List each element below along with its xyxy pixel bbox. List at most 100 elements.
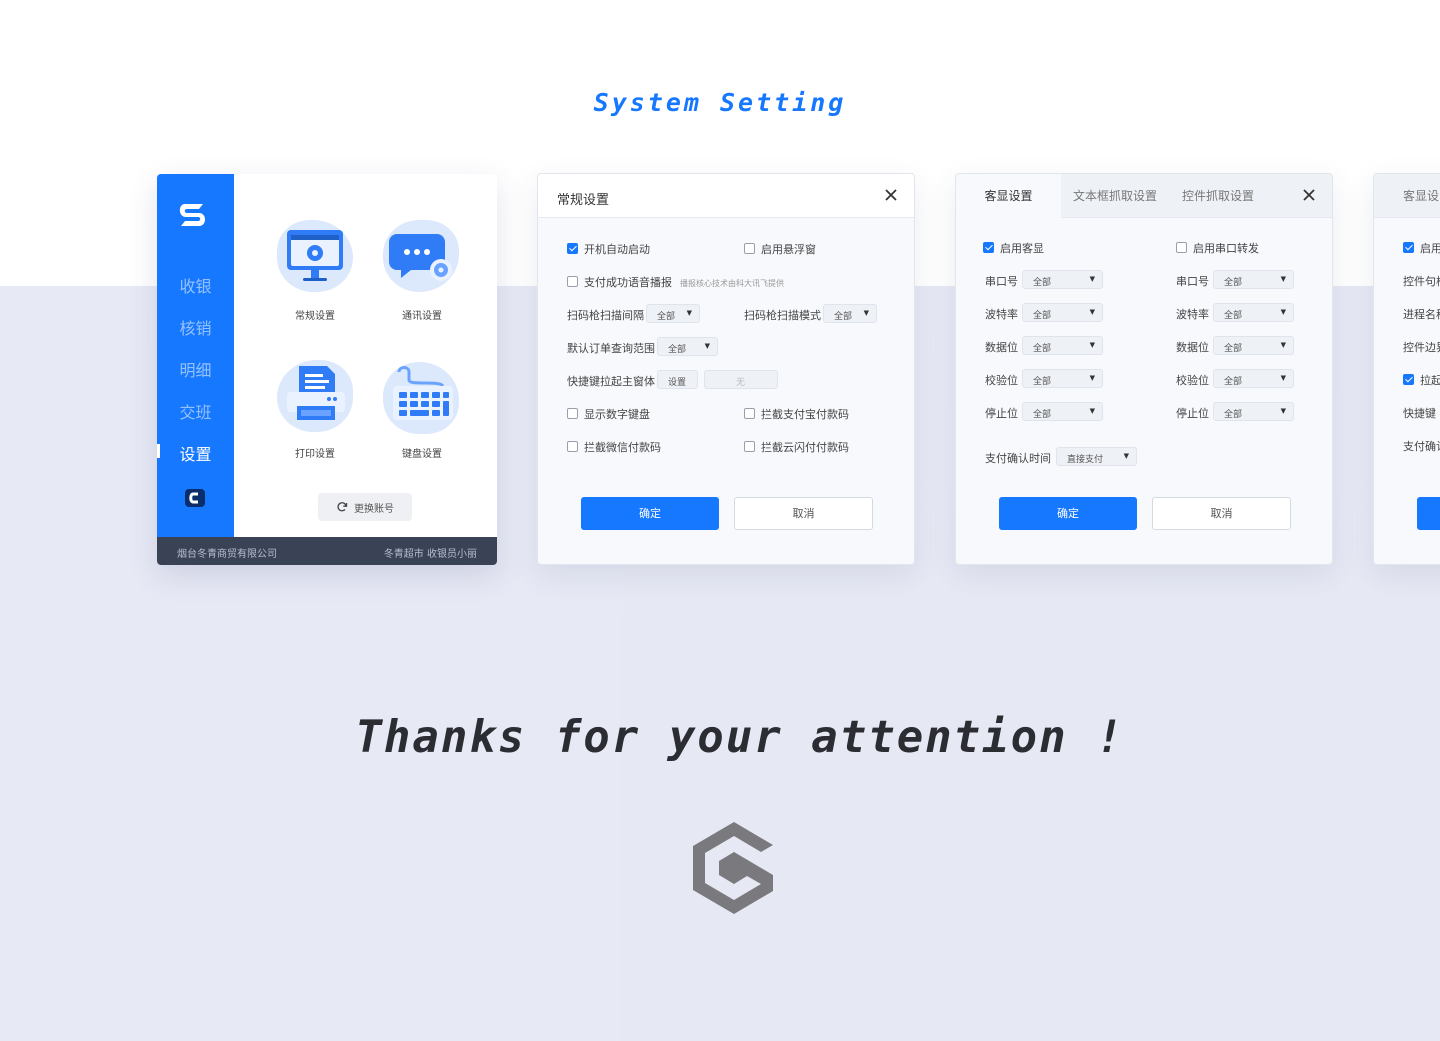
- keyboard-icon: [393, 366, 453, 420]
- switch-account-button[interactable]: 更换账号: [318, 493, 412, 521]
- checkbox-unchecked[interactable]: [744, 408, 755, 419]
- block-unionpay-checkbox[interactable]: 拦截云闪付付款码: [744, 439, 849, 455]
- numpad-checkbox[interactable]: 显示数字键盘: [567, 406, 650, 422]
- checkbox-checked[interactable]: [567, 243, 578, 254]
- confirm-button[interactable]: 确定: [581, 497, 719, 530]
- caret-down-icon: ▼: [1280, 407, 1286, 415]
- tab-customer-display[interactable]: 客显设: [1374, 174, 1440, 218]
- partial-row-process: 进程名称: [1403, 308, 1440, 321]
- monitor-gear-icon: [287, 230, 343, 281]
- hotkey-value-field[interactable]: 无: [704, 370, 778, 389]
- port-label: 串口号: [985, 275, 1018, 288]
- tile-general-settings-label: 常规设置: [295, 311, 335, 322]
- partial-row-pull[interactable]: 拉起: [1403, 372, 1440, 388]
- forward-stop-bits-select[interactable]: 全部 ▼: [1213, 402, 1294, 421]
- scan-interval-select[interactable]: 全部 ▼: [646, 304, 700, 323]
- caret-down-icon: ▼: [704, 342, 710, 350]
- select-value: 全部: [1224, 278, 1243, 288]
- company-name: 烟台冬青商贸有限公司: [177, 549, 277, 560]
- cancel-button[interactable]: 取消: [1152, 497, 1291, 530]
- parity-select[interactable]: 全部 ▼: [1022, 369, 1103, 388]
- hotkey-set-button[interactable]: 设置: [657, 370, 698, 389]
- scan-interval-label: 扫码枪扫描间隔: [567, 309, 644, 322]
- select-value: 直接支付: [1067, 455, 1104, 465]
- nav-item-shift[interactable]: 交班: [157, 399, 234, 423]
- checkbox-unchecked[interactable]: [567, 276, 578, 287]
- stop-bits-select[interactable]: 全部 ▼: [1022, 402, 1103, 421]
- checkbox-unchecked[interactable]: [744, 441, 755, 452]
- nav-item-cashier[interactable]: 收银: [157, 273, 234, 297]
- port-select[interactable]: 全部 ▼: [1022, 270, 1103, 289]
- partial-row-bounds: 控件边界: [1403, 341, 1440, 354]
- select-value: 全部: [1033, 377, 1052, 387]
- voice-broadcast-checkbox[interactable]: 支付成功语音播报 播报核心技术由科大讯飞提供: [567, 274, 784, 290]
- confirm-button[interactable]: 确定: [999, 497, 1137, 530]
- checkbox-unchecked[interactable]: [567, 441, 578, 452]
- numpad-label: 显示数字键盘: [584, 408, 650, 421]
- select-value: 全部: [657, 312, 676, 322]
- general-settings-dialog: 常规设置 开机自动启动 启用悬浮窗 支付成功语音播报 播报核心技术由科大讯飞提供 …: [537, 173, 915, 565]
- checkbox-checked[interactable]: [983, 242, 994, 253]
- pay-confirm-select[interactable]: 直接支付 ▼: [1056, 447, 1137, 466]
- voice-broadcast-label: 支付成功语音播报: [584, 276, 672, 289]
- float-window-label: 启用悬浮窗: [761, 243, 816, 256]
- forward-baud-select[interactable]: 全部 ▼: [1213, 303, 1294, 322]
- enable-display-checkbox[interactable]: 启用客显: [983, 240, 1044, 256]
- baud-select[interactable]: 全部 ▼: [1022, 303, 1103, 322]
- select-value: 全部: [1033, 311, 1052, 321]
- close-icon[interactable]: [1302, 188, 1316, 202]
- forward-port-select[interactable]: 全部 ▼: [1213, 270, 1294, 289]
- tile-keyboard-settings-label: 键盘设置: [402, 449, 442, 460]
- cancel-button[interactable]: 取消: [734, 497, 873, 530]
- tile-print-settings-label: 打印设置: [295, 449, 335, 460]
- nav-item-settings[interactable]: 设置: [157, 441, 234, 465]
- tile-communication-settings-label: 通讯设置: [402, 311, 442, 322]
- block-unionpay-label: 拦截云闪付付款码: [761, 441, 849, 454]
- block-wechat-label: 拦截微信付款码: [584, 441, 661, 454]
- customer-display-dialog: 客显设置 文本框抓取设置 控件抓取设置 启用客显 启用串口转发 串口号 全部 ▼ …: [955, 173, 1333, 565]
- forward-parity-select[interactable]: 全部 ▼: [1213, 369, 1294, 388]
- order-range-select[interactable]: 全部 ▼: [657, 337, 718, 356]
- checkbox-checked[interactable]: [1403, 242, 1414, 253]
- scan-mode-select[interactable]: 全部 ▼: [823, 304, 877, 323]
- chat-gear-icon: [389, 234, 452, 281]
- app-logo-icon: [179, 204, 205, 226]
- checkbox-unchecked[interactable]: [1176, 242, 1187, 253]
- forward-data-bits-select[interactable]: 全部 ▼: [1213, 336, 1294, 355]
- select-value: 全部: [668, 345, 687, 355]
- tab-customer-display[interactable]: 客显设置: [956, 174, 1061, 218]
- checkbox-unchecked[interactable]: [744, 243, 755, 254]
- partial-row-confirm: 支付确认: [1403, 440, 1440, 453]
- select-value: 全部: [1224, 377, 1243, 387]
- block-alipay-checkbox[interactable]: 拦截支付宝付款码: [744, 406, 849, 422]
- forward-parity-label: 校验位: [1176, 374, 1209, 387]
- baud-label: 波特率: [985, 308, 1018, 321]
- nav-item-detail[interactable]: 明细: [157, 357, 234, 381]
- data-bits-select[interactable]: 全部 ▼: [1022, 336, 1103, 355]
- float-window-checkbox[interactable]: 启用悬浮窗: [744, 241, 816, 257]
- partial-row-handle: 控件句柄: [1403, 275, 1440, 288]
- forward-port-label: 串口号: [1176, 275, 1209, 288]
- checkbox-checked[interactable]: [1403, 374, 1414, 385]
- checkbox-unchecked[interactable]: [567, 408, 578, 419]
- partial-row-label: 拉起: [1420, 374, 1440, 387]
- status-bar: 烟台冬青商贸有限公司 冬青超市 收银员小丽: [157, 537, 497, 565]
- auto-start-checkbox[interactable]: 开机自动启动: [567, 241, 650, 257]
- enable-forward-checkbox[interactable]: 启用串口转发: [1176, 240, 1259, 256]
- close-icon[interactable]: [884, 188, 898, 202]
- select-value: 全部: [834, 312, 853, 322]
- nav-item-verify[interactable]: 核销: [157, 315, 234, 339]
- partial-row-enable[interactable]: 启用: [1403, 240, 1440, 256]
- select-value: 全部: [1224, 311, 1243, 321]
- tab-bar: 客显设置 文本框抓取设置 控件抓取设置: [956, 174, 1332, 218]
- partial-dialog: 客显设 启用 控件句柄 进程名称 控件边界 拉起 快捷键 支付确认: [1373, 173, 1440, 565]
- scan-mode-label: 扫码枪扫描模式: [744, 309, 821, 322]
- caret-down-icon: ▼: [1280, 341, 1286, 349]
- tab-control-capture[interactable]: 控件抓取设置: [1169, 174, 1267, 218]
- tab-textbox-capture[interactable]: 文本框抓取设置: [1061, 174, 1169, 218]
- confirm-button[interactable]: [1417, 497, 1440, 530]
- exit-icon[interactable]: [184, 488, 206, 508]
- sidebar: 收银 核销 明细 交班 设置: [157, 174, 234, 537]
- forward-data-bits-label: 数据位: [1176, 341, 1209, 354]
- block-wechat-checkbox[interactable]: 拦截微信付款码: [567, 439, 661, 455]
